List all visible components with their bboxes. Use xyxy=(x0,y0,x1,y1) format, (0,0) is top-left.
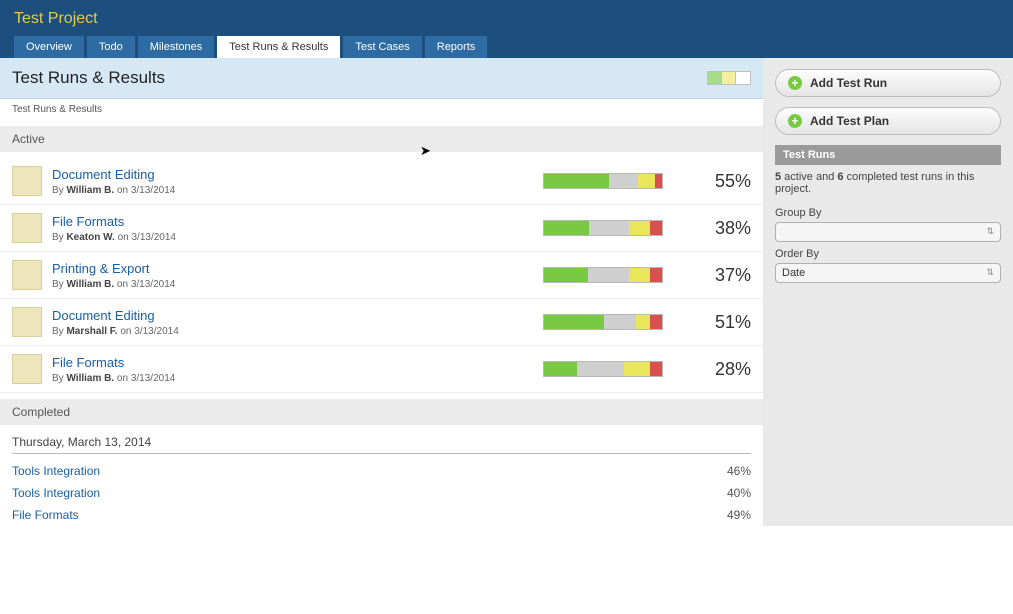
run-percent: 38% xyxy=(681,218,751,239)
chevron-updown-icon: ⇅ xyxy=(986,267,994,278)
run-progress-bar xyxy=(543,220,663,236)
run-progress-bar xyxy=(543,173,663,189)
run-title-link[interactable]: Document Editing xyxy=(52,308,432,323)
run-meta: By Keaton W. on 3/13/2014 xyxy=(52,232,432,243)
order-by-label: Order By xyxy=(775,248,1001,260)
completed-run-link[interactable]: Tools Integration xyxy=(12,464,100,478)
add-test-run-button[interactable]: + Add Test Run xyxy=(775,69,1001,97)
add-test-run-label: Add Test Run xyxy=(810,76,887,90)
run-title-link[interactable]: Printing & Export xyxy=(52,261,432,276)
run-row: File Formats By Keaton W. on 3/13/2014 38% xyxy=(0,205,763,252)
plus-icon: + xyxy=(788,114,802,128)
run-checkbox[interactable] xyxy=(12,307,42,337)
run-progress-bar xyxy=(543,314,663,330)
run-title-link[interactable]: File Formats xyxy=(52,355,432,370)
run-checkbox[interactable] xyxy=(12,354,42,384)
chevron-updown-icon: ⇅ xyxy=(986,226,994,237)
completed-date-header: Thursday, March 13, 2014 xyxy=(12,435,751,454)
completed-run-percent: 49% xyxy=(727,508,751,522)
run-row: File Formats By William B. on 3/13/2014 28… xyxy=(0,346,763,393)
run-row: Document Editing By William B. on 3/13/20… xyxy=(0,158,763,205)
run-progress-bar xyxy=(543,267,663,283)
run-row: Printing & Export By William B. on 3/13/2… xyxy=(0,252,763,299)
view-detail-icon[interactable] xyxy=(736,72,750,84)
group-by-label: Group By xyxy=(775,207,1001,219)
run-checkbox[interactable] xyxy=(12,260,42,290)
run-title-link[interactable]: File Formats xyxy=(52,214,432,229)
add-test-plan-label: Add Test Plan xyxy=(810,114,889,128)
tab-overview[interactable]: Overview xyxy=(14,36,84,58)
section-completed-header: Completed xyxy=(0,399,763,425)
completed-row: Tools Integration 46% xyxy=(0,460,763,482)
order-by-select[interactable]: Date⇅ xyxy=(775,263,1001,283)
run-meta: By William B. on 3/13/2014 xyxy=(52,279,432,290)
run-meta: By Marshall F. on 3/13/2014 xyxy=(52,326,432,337)
tab-test-runs-results[interactable]: Test Runs & Results xyxy=(217,36,340,58)
completed-run-percent: 46% xyxy=(727,464,751,478)
run-progress-bar xyxy=(543,361,663,377)
tab-bar: Overview Todo Milestones Test Runs & Res… xyxy=(14,36,999,58)
group-by-select[interactable]: ⇅ xyxy=(775,222,1001,242)
run-checkbox[interactable] xyxy=(12,213,42,243)
sidebar-section-header: Test Runs xyxy=(775,145,1001,165)
completed-run-link[interactable]: Tools Integration xyxy=(12,486,100,500)
run-meta: By William B. on 3/13/2014 xyxy=(52,373,432,384)
plus-icon: + xyxy=(788,76,802,90)
completed-run-percent: 40% xyxy=(727,486,751,500)
add-test-plan-button[interactable]: + Add Test Plan xyxy=(775,107,1001,135)
run-percent: 28% xyxy=(681,359,751,380)
section-active-header: Active xyxy=(0,126,763,152)
tab-milestones[interactable]: Milestones xyxy=(138,36,215,58)
completed-run-link[interactable]: File Formats xyxy=(12,508,79,522)
view-mode-switcher xyxy=(707,71,751,85)
tab-todo[interactable]: Todo xyxy=(87,36,135,58)
run-title-link[interactable]: Document Editing xyxy=(52,167,432,182)
run-percent: 55% xyxy=(681,171,751,192)
view-split-icon[interactable] xyxy=(722,72,736,84)
page-title: Test Runs & Results xyxy=(12,68,165,88)
run-percent: 37% xyxy=(681,265,751,286)
view-list-icon[interactable] xyxy=(708,72,722,84)
run-row: Document Editing By Marshall F. on 3/13/2… xyxy=(0,299,763,346)
tab-reports[interactable]: Reports xyxy=(425,36,488,58)
completed-row: File Formats 49% xyxy=(0,504,763,526)
completed-row: Tools Integration 40% xyxy=(0,482,763,504)
run-percent: 51% xyxy=(681,312,751,333)
breadcrumb: Test Runs & Results xyxy=(0,99,763,120)
run-meta: By William B. on 3/13/2014 xyxy=(52,185,432,196)
run-checkbox[interactable] xyxy=(12,166,42,196)
tab-test-cases[interactable]: Test Cases xyxy=(343,36,421,58)
project-title[interactable]: Test Project xyxy=(14,6,999,36)
sidebar-summary-text: 5 active and 6 completed test runs in th… xyxy=(775,171,1001,195)
